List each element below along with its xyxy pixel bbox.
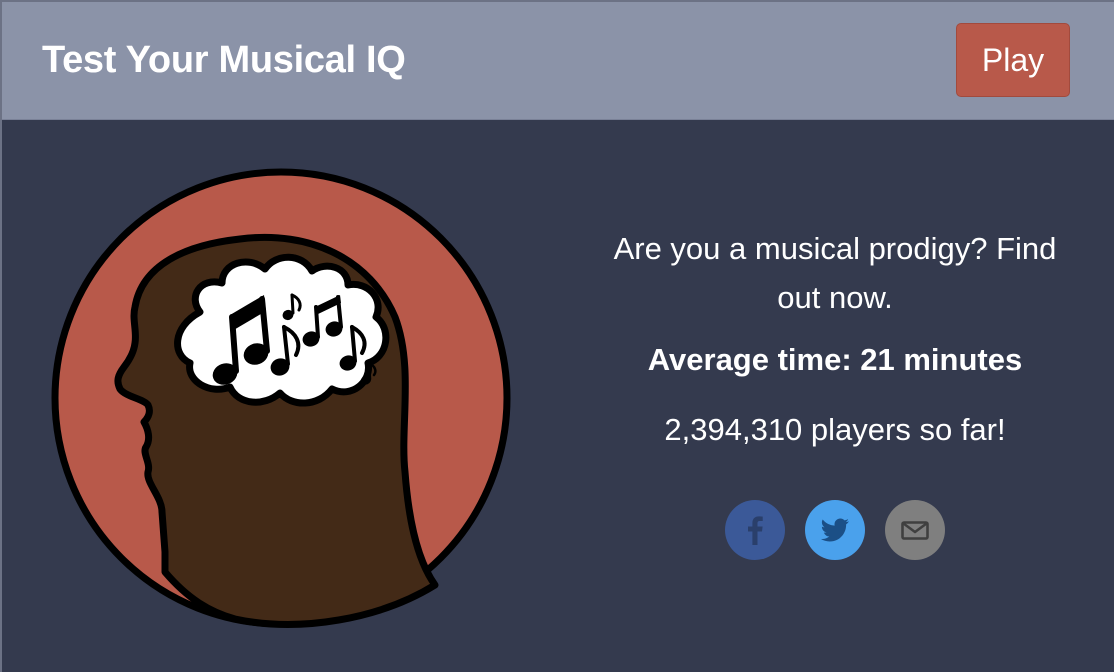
twitter-share-button[interactable]	[805, 500, 865, 560]
average-time: Average time: 21 minutes	[647, 342, 1023, 377]
tagline: Are you a musical prodigy? Find out now.	[613, 231, 1057, 315]
header-bar: Test Your Musical IQ Play	[2, 2, 1114, 120]
quiz-info: Are you a musical prodigy? Find out now.…	[570, 224, 1100, 450]
facebook-share-button[interactable]	[725, 500, 785, 560]
musical-head-illustration	[51, 168, 511, 628]
facebook-icon	[748, 516, 763, 545]
mail-icon	[901, 521, 929, 540]
page-title: Test Your Musical IQ	[42, 39, 406, 81]
player-count: 2,394,310 players so far!	[664, 412, 1006, 447]
twitter-icon	[820, 518, 849, 542]
share-buttons	[725, 500, 949, 562]
play-button[interactable]: Play	[956, 23, 1070, 97]
quiz-card: Test Your Musical IQ Play Are you a musi…	[0, 0, 1114, 672]
email-share-button[interactable]	[885, 500, 945, 560]
